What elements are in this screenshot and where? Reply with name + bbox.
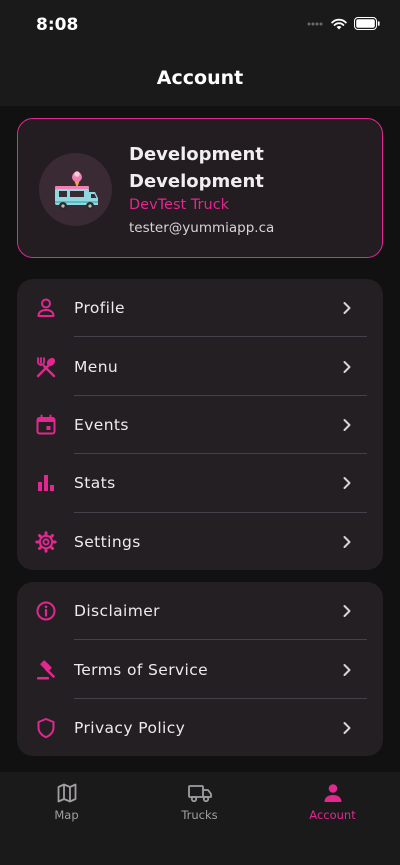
- profile-email: tester@yummiapp.ca: [129, 220, 275, 236]
- chevron-right-icon: [343, 302, 351, 315]
- chevron-right-icon: [343, 418, 351, 431]
- gavel-icon: [35, 659, 57, 681]
- chevron-right-icon: [343, 721, 351, 734]
- bar-chart-icon: [35, 472, 57, 494]
- menu-item-label: Events: [74, 415, 129, 434]
- chevron-right-icon: [343, 663, 351, 676]
- menu-item-label: Settings: [74, 532, 141, 551]
- tab-label: Trucks: [181, 808, 218, 822]
- tab-label: Account: [309, 808, 356, 822]
- menu-item-stats[interactable]: Stats: [17, 454, 383, 513]
- menu-item-label: Privacy Policy: [74, 718, 186, 737]
- status-bar: 8:08: [0, 0, 400, 50]
- battery-icon: [354, 17, 380, 30]
- profile-truck-name: DevTest Truck: [129, 197, 230, 213]
- gear-icon: [35, 531, 57, 553]
- menu-item-privacy-policy[interactable]: Privacy Policy: [17, 699, 383, 757]
- status-time: 8:08: [36, 15, 79, 35]
- tab-trucks[interactable]: Trucks: [133, 782, 266, 822]
- menu-item-events[interactable]: Events: [17, 396, 383, 455]
- profile-name: Development Development: [129, 144, 264, 192]
- chevron-right-icon: [343, 605, 351, 618]
- food-truck-icon: [54, 170, 98, 210]
- signal-icon: [307, 22, 323, 25]
- chevron-right-icon: [343, 360, 351, 373]
- tab-account[interactable]: Account: [266, 782, 399, 822]
- menu-item-label: Terms of Service: [74, 660, 209, 679]
- menu-item-profile[interactable]: Profile: [17, 279, 383, 338]
- menu-item-label: Disclaimer: [74, 602, 160, 621]
- person-icon: [324, 784, 341, 802]
- calendar-icon: [35, 414, 57, 436]
- shield-icon: [35, 717, 57, 739]
- tab-label: Map: [54, 808, 79, 822]
- map-icon: [57, 783, 76, 803]
- menu-group-legal: Disclaimer Terms of Service Privacy Poli…: [17, 582, 383, 756]
- tab-map[interactable]: Map: [0, 782, 133, 822]
- profile-card[interactable]: Development Development DevTest Truck te…: [17, 118, 383, 258]
- tab-bar: Map Trucks Account: [0, 772, 400, 865]
- wifi-icon: [331, 18, 347, 29]
- menu-item-terms-of-service[interactable]: Terms of Service: [17, 640, 383, 699]
- truck-icon: [187, 785, 212, 803]
- menu-item-settings[interactable]: Settings: [17, 513, 383, 571]
- chevron-right-icon: [343, 535, 351, 548]
- menu-item-menu[interactable]: Menu: [17, 337, 383, 396]
- utensils-icon: [35, 356, 57, 378]
- menu-item-label: Stats: [74, 474, 116, 493]
- menu-group-main: Profile Menu Events Stats Settings: [17, 279, 383, 570]
- menu-item-label: Menu: [74, 357, 119, 376]
- person-icon: [35, 297, 57, 319]
- chevron-right-icon: [343, 477, 351, 490]
- page-title: Account: [156, 67, 244, 89]
- status-icons: [307, 17, 380, 30]
- menu-item-label: Profile: [74, 299, 125, 318]
- menu-item-disclaimer[interactable]: Disclaimer: [17, 582, 383, 641]
- nav-header: Account: [0, 50, 400, 106]
- avatar: [39, 153, 112, 226]
- info-icon: [35, 600, 57, 622]
